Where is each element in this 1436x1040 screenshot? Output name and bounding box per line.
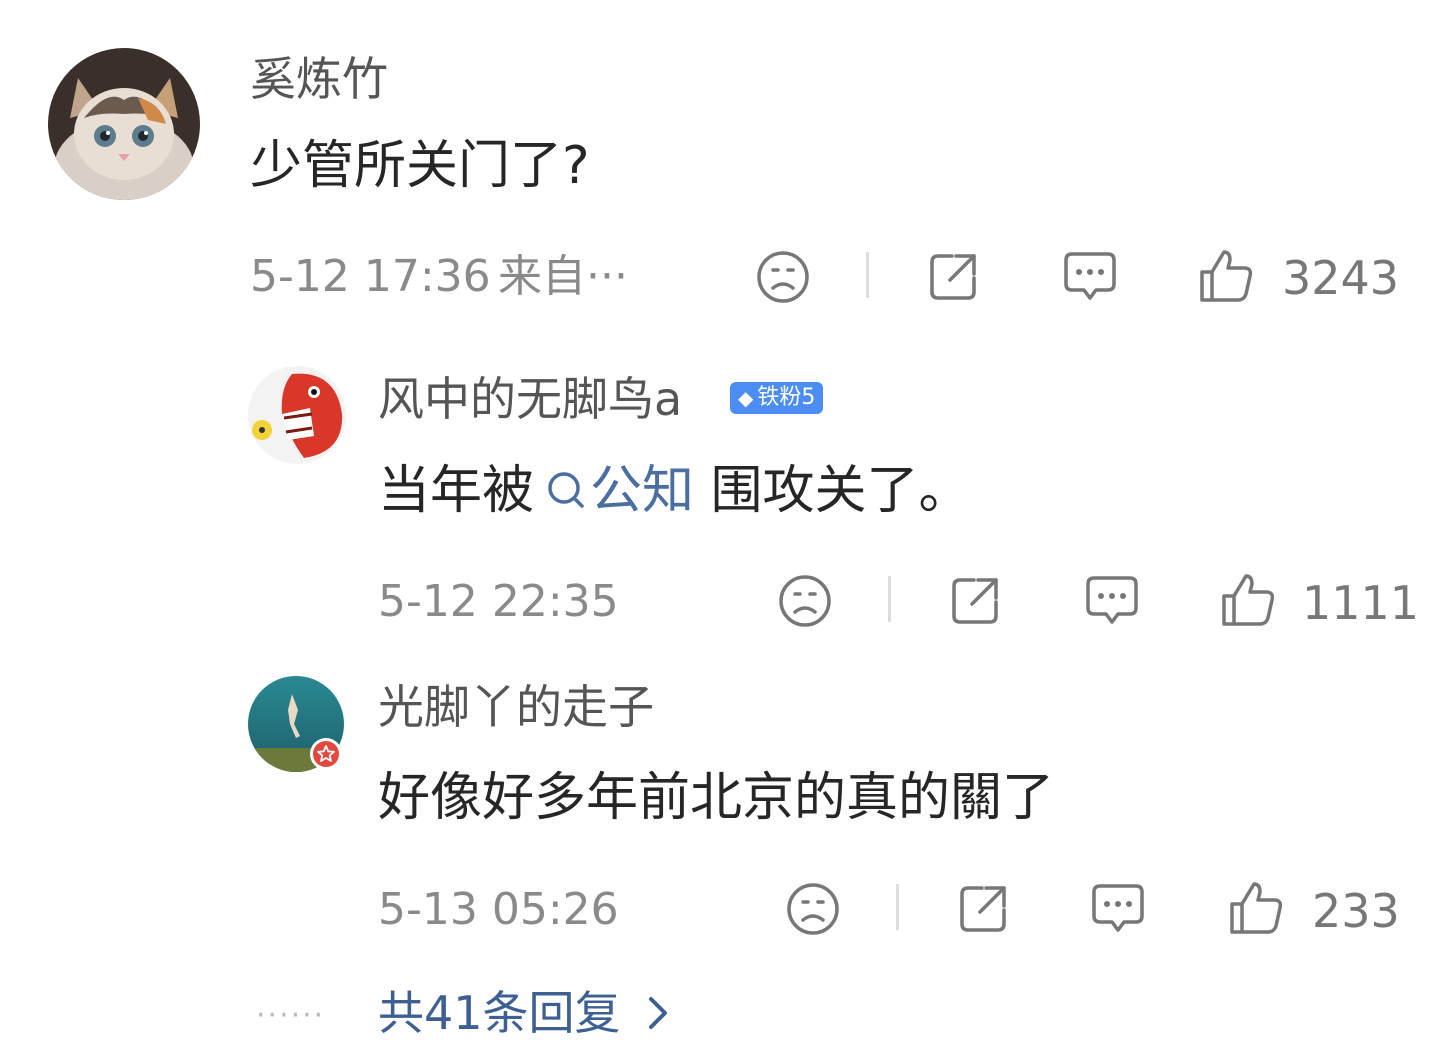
fan-badge-label: 铁粉5: [757, 385, 816, 410]
search-icon: [548, 472, 584, 508]
comment-icon[interactable]: [1090, 882, 1146, 936]
topic-link[interactable]: 公知: [534, 461, 694, 521]
comment-username[interactable]: 奚炼竹: [250, 56, 388, 102]
frown-icon[interactable]: [756, 250, 810, 304]
avatar[interactable]: [248, 366, 346, 464]
share-icon[interactable]: [948, 574, 1002, 628]
comment-icon[interactable]: [1084, 574, 1140, 628]
fan-badge: ◆ 铁粉5: [730, 382, 824, 414]
reply-text: 好像好多年前北京的真的關了: [378, 768, 1055, 828]
reply-text-after: 围攻关了。: [694, 461, 971, 521]
frown-icon[interactable]: [786, 882, 840, 936]
thumbs-up-icon[interactable]: [1228, 880, 1284, 936]
action-divider: [888, 576, 891, 622]
chevron-right-icon: [648, 997, 667, 1029]
reply-time: 5-13 05:26: [378, 884, 619, 935]
reply-text: 当年被 公知 围攻关了。: [378, 465, 971, 517]
action-divider: [866, 252, 869, 298]
diamond-icon: ◆: [738, 386, 754, 410]
like-count: 233: [1312, 884, 1400, 938]
comment-time: 5-12 17:36: [250, 251, 491, 302]
like-count: 3243: [1282, 251, 1400, 305]
reply-text-before: 当年被: [378, 461, 535, 521]
verified-icon: [310, 738, 342, 770]
topic-link-label: 公知: [590, 461, 695, 521]
reply-username[interactable]: 光脚丫的走子: [378, 684, 654, 730]
thumbs-up-icon[interactable]: [1198, 248, 1254, 304]
comment-icon[interactable]: [1062, 250, 1118, 304]
action-divider: [896, 884, 899, 930]
avatar[interactable]: [48, 48, 200, 200]
comment-source: 来自···: [498, 251, 628, 302]
share-icon[interactable]: [926, 250, 980, 304]
more-replies-dots: ······: [256, 998, 326, 1033]
share-icon[interactable]: [956, 882, 1010, 936]
more-replies-link[interactable]: 共41条回复: [378, 990, 673, 1036]
comment-text: 少管所关门了?: [250, 136, 590, 196]
like-count: 1111: [1302, 576, 1420, 630]
thumbs-up-icon[interactable]: [1220, 572, 1276, 628]
reply-username[interactable]: 风中的无脚鸟a: [378, 376, 682, 422]
reply-time: 5-12 22:35: [378, 576, 619, 627]
more-replies-label: 共41条回复: [378, 986, 621, 1040]
frown-icon[interactable]: [778, 574, 832, 628]
